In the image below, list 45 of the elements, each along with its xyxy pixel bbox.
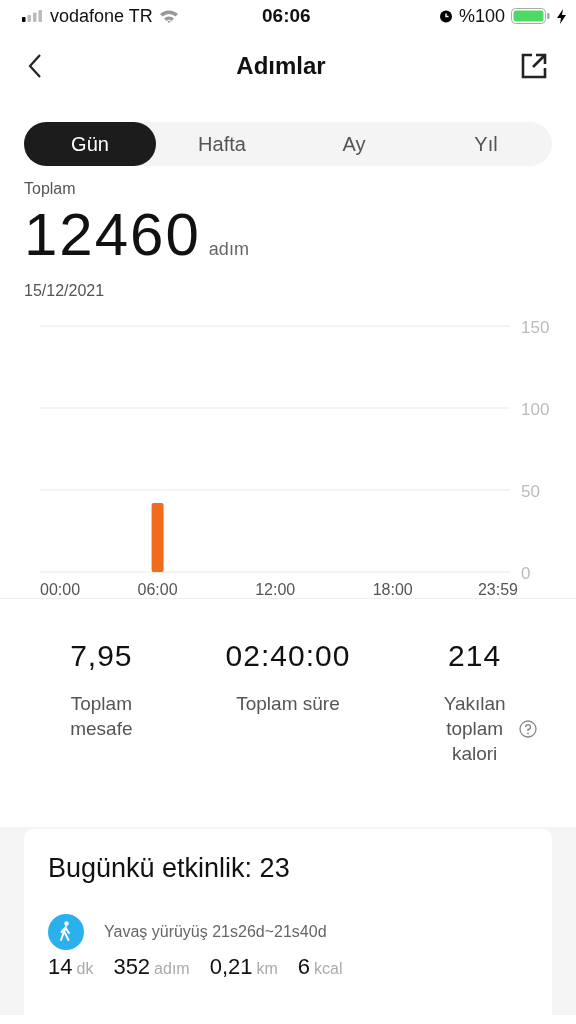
x-tick-label: 18:00 bbox=[372, 581, 413, 598]
metric-unit: kcal bbox=[314, 960, 343, 977]
activity-name: Yavaş yürüyüş 21s26d~21s40d bbox=[104, 923, 327, 941]
metric-value: 0,21 bbox=[209, 954, 253, 979]
y-tick-label: 50 bbox=[521, 482, 540, 501]
date-label: 15/12/2021 bbox=[24, 282, 106, 300]
battery-percent: %100 bbox=[458, 5, 505, 27]
charging-icon bbox=[557, 8, 566, 24]
status-time: 06:06 bbox=[262, 5, 311, 27]
page-title: Adımlar bbox=[236, 52, 326, 80]
stat-label: Toplam mesafe bbox=[69, 692, 134, 741]
period-tab[interactable]: Hafta bbox=[156, 122, 288, 166]
period-tab[interactable]: Ay bbox=[288, 122, 420, 166]
stat-label: Yakılan toplam kalori bbox=[442, 692, 507, 766]
metric-unit: adım bbox=[154, 960, 190, 977]
x-tick-label: 06:00 bbox=[137, 581, 178, 598]
x-tick-label: 00:00 bbox=[40, 581, 81, 598]
y-tick-label: 0 bbox=[521, 564, 531, 583]
wifi-icon bbox=[158, 9, 179, 23]
carrier-name: vodafone TR bbox=[50, 5, 153, 27]
chart-bar bbox=[151, 503, 164, 572]
y-tick-label: 150 bbox=[521, 318, 550, 337]
help-icon[interactable] bbox=[518, 720, 537, 738]
stat-label: Toplam süre bbox=[236, 692, 340, 716]
metric-value: 352 bbox=[113, 954, 151, 979]
stat-value: 02:40:00 bbox=[225, 639, 351, 673]
x-tick-label: 12:00 bbox=[255, 581, 296, 598]
period-tab[interactable]: Gün bbox=[24, 122, 156, 166]
y-tick-label: 100 bbox=[521, 400, 550, 419]
total-steps: 12460 bbox=[24, 202, 201, 268]
steps-unit: adım bbox=[208, 239, 249, 260]
activity-title: Bugünkü etkinlik: 23 bbox=[48, 853, 291, 884]
walking-person-icon bbox=[48, 914, 84, 950]
x-tick-label: 23:59 bbox=[477, 581, 518, 598]
alarm-icon bbox=[438, 9, 453, 23]
period-tab[interactable]: Yıl bbox=[420, 122, 552, 166]
battery-icon bbox=[511, 8, 551, 24]
metric-unit: km bbox=[256, 960, 278, 977]
stat-value: 7,95 bbox=[70, 639, 133, 673]
total-label: Toplam bbox=[24, 180, 77, 198]
stat-value: 214 bbox=[448, 639, 502, 673]
metric-value: 14 bbox=[48, 954, 73, 979]
metric-value: 6 bbox=[297, 954, 311, 979]
signal-icon bbox=[22, 10, 44, 22]
metric-unit: dk bbox=[76, 960, 94, 977]
